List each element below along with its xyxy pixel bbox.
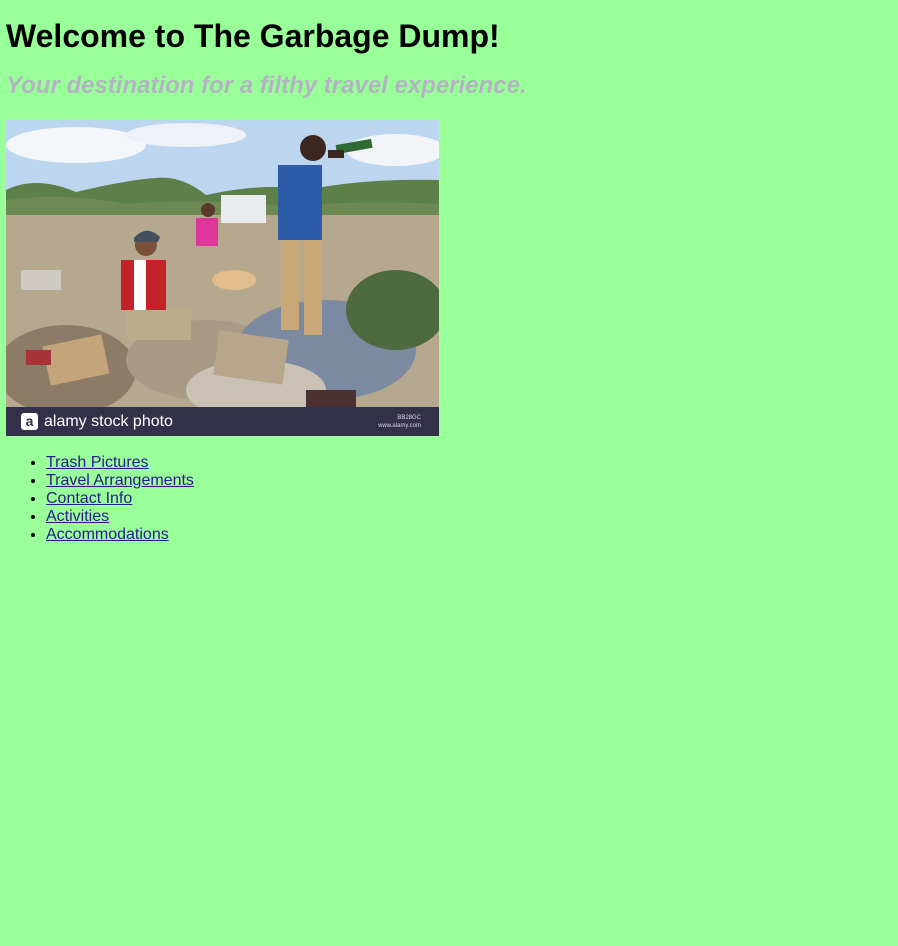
stock-meta: BB28GC www.alamy.com <box>378 414 421 430</box>
nav-item: Travel Arrangements <box>46 472 892 490</box>
nav-item: Contact Info <box>46 490 892 508</box>
nav-link-trash-pictures[interactable]: Trash Pictures <box>46 454 149 471</box>
page-subtitle: Your destination for a filthy travel exp… <box>6 72 527 99</box>
nav-item: Accommodations <box>46 526 892 544</box>
nav-list: Trash Pictures Travel Arrangements Conta… <box>6 454 892 544</box>
nav-link-contact-info[interactable]: Contact Info <box>46 490 132 507</box>
garbage-dump-photo: a alamy stock photo BB28GC www.alamy.com <box>6 120 439 436</box>
page: Welcome to The Garbage Dump! Your destin… <box>0 0 898 544</box>
stock-id: BB28GC <box>397 415 421 421</box>
stock-site: www.alamy.com <box>378 423 421 429</box>
nav-link-travel-arrangements[interactable]: Travel Arrangements <box>46 472 194 489</box>
page-title: Welcome to The Garbage Dump! <box>6 18 500 54</box>
nav-item: Activities <box>46 508 892 526</box>
watermark-bar: a alamy stock photo BB28GC www.alamy.com <box>6 407 439 436</box>
photo-illustration <box>6 120 439 436</box>
nav-item: Trash Pictures <box>46 454 892 472</box>
nav-link-accommodations[interactable]: Accommodations <box>46 526 169 543</box>
nav-link-activities[interactable]: Activities <box>46 508 109 525</box>
alamy-logo-icon: a <box>21 413 38 430</box>
watermark-text: alamy stock photo <box>44 412 173 430</box>
